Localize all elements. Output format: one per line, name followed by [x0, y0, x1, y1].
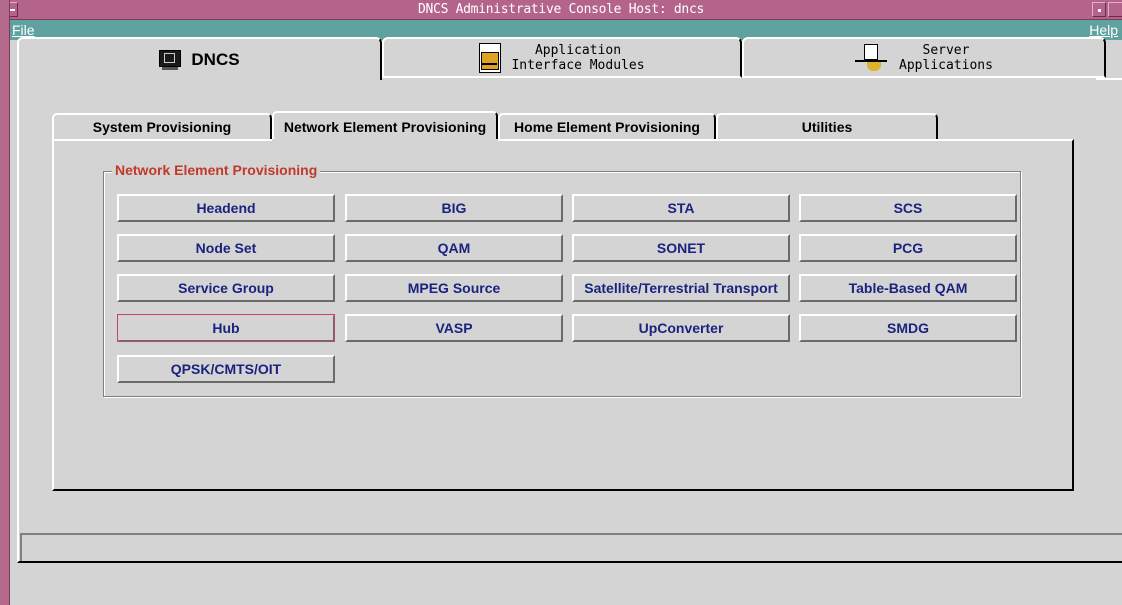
tab-application-interface-modules[interactable]: Application Interface Modules — [382, 37, 742, 78]
sonet-button[interactable]: SONET — [572, 234, 790, 262]
document-icon — [479, 42, 502, 73]
node-set-button[interactable]: Node Set — [117, 234, 335, 262]
server-hand-icon — [855, 43, 889, 72]
qpsk-cmts-oit-button[interactable]: QPSK/CMTS/OIT — [117, 355, 335, 383]
big-button[interactable]: BIG — [345, 194, 563, 222]
headend-button[interactable]: Headend — [117, 194, 335, 222]
upconverter-button[interactable]: UpConverter — [572, 314, 790, 342]
window-title: DNCS Administrative Console Host: dncs — [417, 2, 704, 17]
monitor-icon — [159, 49, 182, 70]
tab-server-label: Server Applications — [899, 42, 993, 73]
table-based-qam-button[interactable]: Table-Based QAM — [799, 274, 1017, 302]
service-group-button[interactable]: Service Group — [117, 274, 335, 302]
minimize-icon — [1098, 9, 1101, 12]
scs-button[interactable]: SCS — [799, 194, 1017, 222]
tab-network-element-provisioning[interactable]: Network Element Provisioning — [272, 111, 498, 141]
sta-button[interactable]: STA — [572, 194, 790, 222]
tab-dncs-label: DNCS — [191, 49, 240, 69]
vasp-button[interactable]: VASP — [345, 314, 563, 342]
qam-button[interactable]: QAM — [345, 234, 563, 262]
satellite-terrestrial-transport-button[interactable]: Satellite/Terrestrial Transport — [572, 274, 790, 302]
window-maximize-button[interactable] — [1108, 2, 1122, 17]
tab-network-element-provisioning-label: Network Element Provisioning — [283, 119, 487, 135]
pcg-button[interactable]: PCG — [799, 234, 1017, 262]
selected-tab-join — [272, 139, 498, 142]
groupbox-title: Network Element Provisioning — [112, 162, 321, 178]
tab-aim-label: Application Interface Modules — [511, 42, 645, 73]
window-frame-left — [0, 0, 10, 605]
smdg-button[interactable]: SMDG — [799, 314, 1017, 342]
menu-help-label: Help — [1089, 22, 1118, 38]
window-minimize-button[interactable] — [1092, 2, 1106, 17]
mpeg-source-button[interactable]: MPEG Source — [345, 274, 563, 302]
tab-dncs[interactable]: DNCS — [17, 37, 382, 80]
menu-file-label: File — [12, 22, 35, 38]
tab-server-applications[interactable]: Server Applications — [742, 37, 1106, 78]
hub-button[interactable]: Hub — [117, 314, 335, 342]
